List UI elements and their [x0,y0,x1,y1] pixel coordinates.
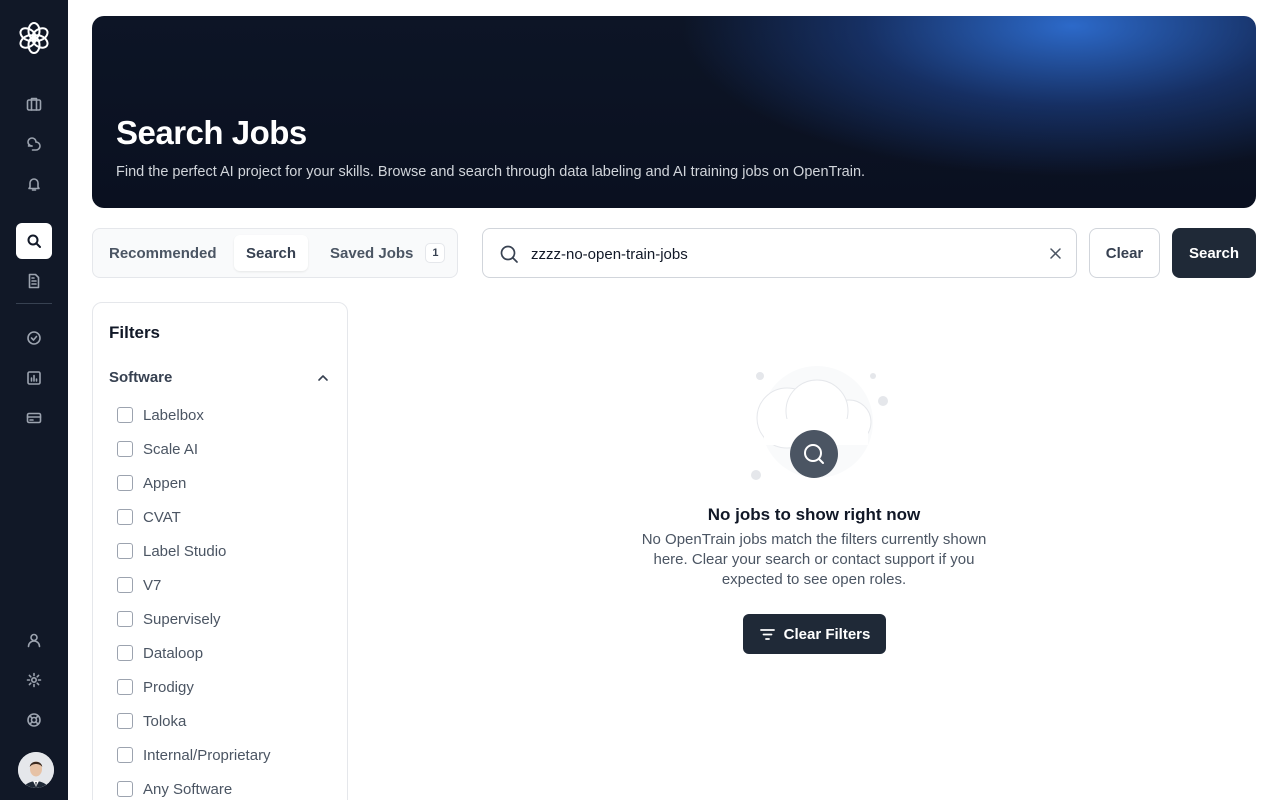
checkbox[interactable] [117,543,133,559]
clear-filters-label: Clear Filters [783,625,871,643]
checkbox[interactable] [117,713,133,729]
page-subtitle: Find the perfect AI project for your ski… [116,164,866,180]
sidebar [0,0,68,800]
checkbox[interactable] [117,407,133,423]
nav-tasks[interactable] [16,320,52,356]
document-icon [28,273,40,289]
chart-icon [27,371,41,385]
filter-lines-icon [759,628,775,640]
checkbox[interactable] [117,611,133,627]
filter-option-label: Label Studio [143,542,227,560]
checkbox[interactable] [117,577,133,593]
search-input[interactable] [531,241,1031,267]
filter-option-internal-proprietary[interactable]: Internal/Proprietary [117,745,271,765]
tab-saved-jobs[interactable]: Saved Jobs 1 [322,235,453,271]
nav-support[interactable] [16,702,52,738]
filter-option-label: Any Software [143,780,233,798]
software-section-toggle[interactable]: Software [109,369,172,386]
hero-banner: Search Jobs Find the perfect AI project … [92,16,1256,208]
lifebuoy-icon [27,713,41,727]
job-tabs: Recommended Search Saved Jobs 1 [92,228,458,278]
clear-filters-button[interactable]: Clear Filters [743,614,886,654]
checkbox[interactable] [117,747,133,763]
search-icon [500,245,518,263]
saved-jobs-count-badge: 1 [425,243,446,263]
nav-jobs[interactable] [16,86,52,122]
checkbox[interactable] [117,509,133,525]
filter-option-label: CVAT [143,508,181,526]
checkbox[interactable] [117,441,133,457]
filter-option-label: Prodigy [143,678,194,696]
sidebar-divider [16,303,52,304]
nav-documents[interactable] [16,263,52,299]
nav-messages[interactable] [16,126,52,162]
avatar[interactable] [18,752,54,788]
filter-option-label: Labelbox [143,406,204,424]
filter-option-cvat[interactable]: CVAT [117,507,181,527]
filter-option-label: Appen [143,474,187,492]
tab-recommended[interactable]: Recommended [101,235,225,271]
credit-card-icon [26,412,42,424]
filter-option-label: V7 [143,576,162,594]
filter-option-supervisely[interactable]: Supervisely [117,609,221,629]
empty-state-message: No OpenTrain jobs match the filters curr… [641,531,987,588]
filter-option-label-studio[interactable]: Label Studio [117,541,226,561]
check-circle-icon [27,331,41,345]
checkbox[interactable] [117,781,133,797]
openai-flower-icon[interactable] [17,21,51,55]
search-button[interactable]: Search [1172,228,1256,278]
page-title: Search Jobs [116,114,307,151]
nav-profile[interactable] [16,622,52,658]
nav-settings[interactable] [16,662,52,698]
briefcase-icon [26,97,42,111]
filter-option-label: Dataloop [143,644,204,662]
checkbox[interactable] [117,645,133,661]
search-box [482,228,1077,278]
filter-option-label: Scale AI [143,440,199,458]
filters-title: Filters [109,323,161,342]
filters-panel: Filters Software Labelbox Scale AI Appen… [92,302,348,800]
search-icon [27,234,41,248]
filter-option-toloka[interactable]: Toloka [117,711,186,731]
chevron-up-icon[interactable] [317,372,329,384]
tab-search[interactable]: Search [234,235,309,271]
user-icon [27,633,41,648]
nav-notifications[interactable] [16,166,52,202]
filter-option-prodigy[interactable]: Prodigy [117,677,194,697]
filter-option-any-software[interactable]: Any Software [117,779,232,799]
tab-label: Search [246,244,297,262]
avatar-image [18,752,54,788]
filter-option-labelbox[interactable]: Labelbox [117,405,204,425]
empty-state-title: No jobs to show right now [707,505,921,524]
filter-option-dataloop[interactable]: Dataloop [117,643,203,663]
filter-option-label: Supervisely [143,610,221,628]
nav-payments[interactable] [16,400,52,436]
clear-button[interactable]: Clear [1089,228,1160,278]
filter-option-label: Internal/Proprietary [143,746,271,764]
nav-analytics[interactable] [16,360,52,396]
chat-bubbles-icon [27,137,41,151]
gear-icon [26,672,42,688]
bell-icon [28,178,40,191]
tab-label: Saved Jobs [330,244,414,262]
clear-input-icon[interactable] [1049,247,1062,260]
nav-search[interactable] [16,223,52,259]
checkbox[interactable] [117,475,133,491]
empty-state-illustration [751,366,888,480]
filter-option-appen[interactable]: Appen [117,473,186,493]
checkbox[interactable] [117,679,133,695]
tab-label: Recommended [109,244,217,262]
filter-option-label: Toloka [143,712,187,730]
filter-option-scale-ai[interactable]: Scale AI [117,439,198,459]
filter-option-v7[interactable]: V7 [117,575,161,595]
